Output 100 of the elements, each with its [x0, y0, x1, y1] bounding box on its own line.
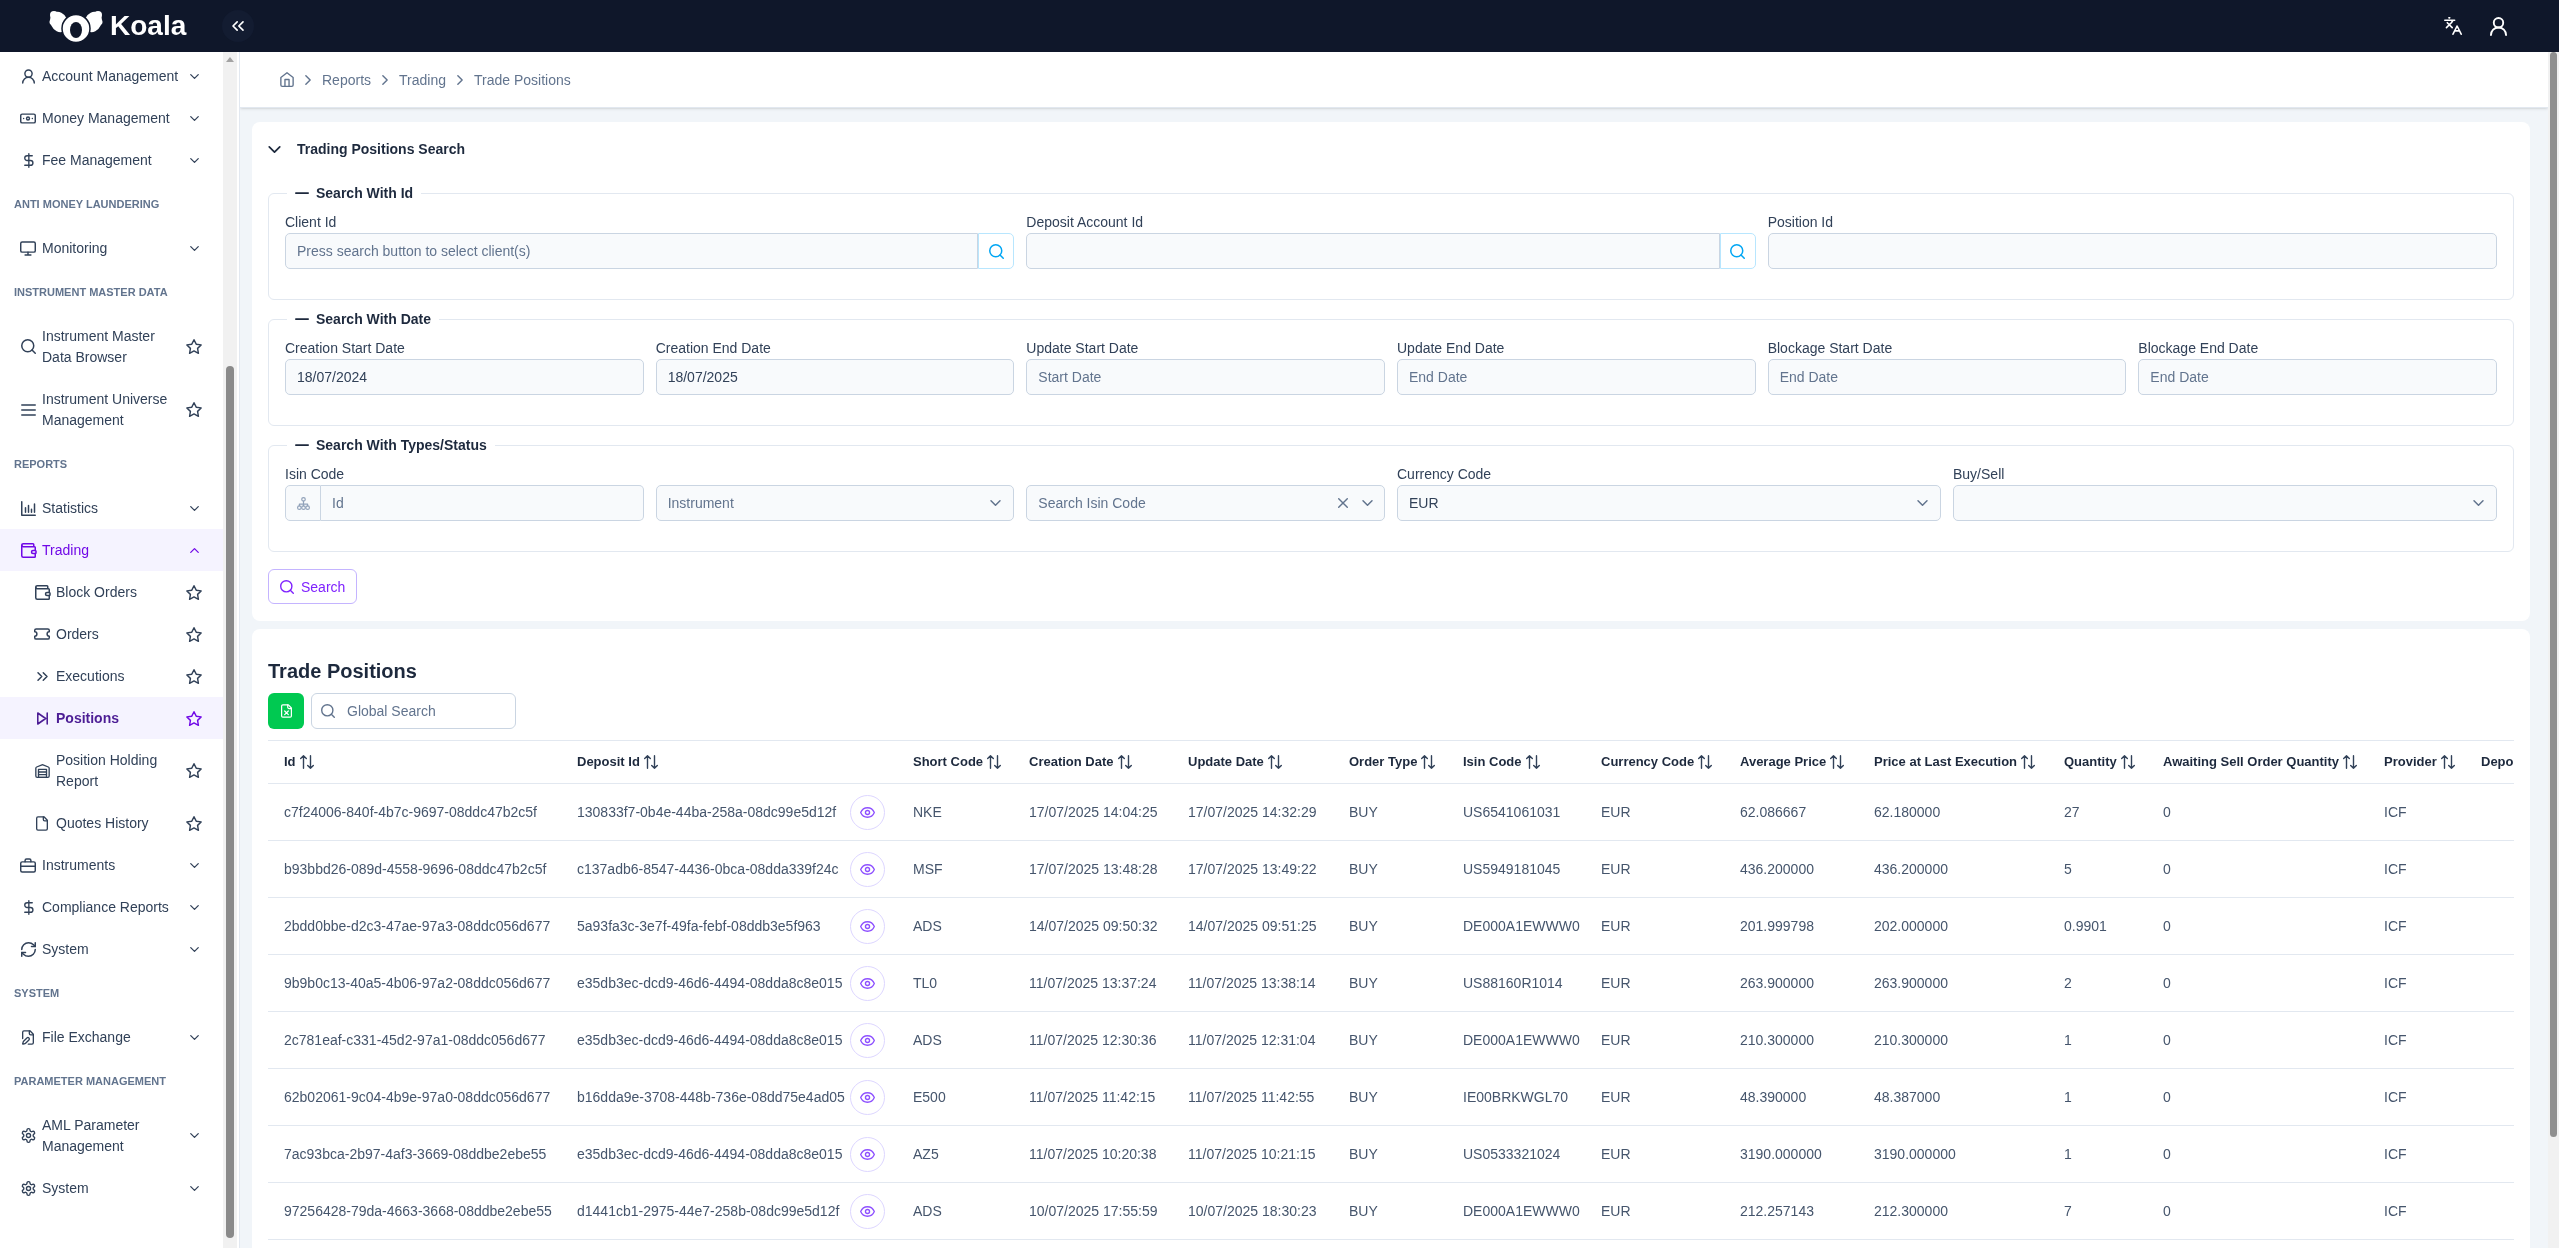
table-cell: EUR [1585, 1011, 1724, 1069]
column-header[interactable]: Provider [2368, 740, 2465, 784]
search-button[interactable]: Search [268, 569, 358, 604]
view-button[interactable] [850, 851, 885, 887]
sidebar-item[interactable]: Positions [0, 697, 223, 739]
chevron-down-icon[interactable] [268, 145, 281, 153]
input-field[interactable]: End Date [2138, 359, 2497, 395]
view-button[interactable] [850, 1136, 885, 1172]
table-cell: 210.300000 [1858, 1011, 2048, 1069]
sidebar-item[interactable]: Block Orders [0, 571, 223, 613]
sidebar-item[interactable]: Instruments [0, 844, 223, 886]
column-header[interactable]: Order Type [1333, 740, 1447, 784]
dropdown[interactable]: Instrument [655, 485, 1015, 521]
view-button[interactable] [850, 794, 885, 830]
star-icon[interactable] [186, 584, 202, 600]
star-icon[interactable] [186, 402, 202, 417]
home-icon[interactable] [280, 72, 294, 87]
star-icon[interactable] [186, 668, 202, 684]
search-icon [321, 704, 335, 718]
column-header[interactable]: Currency Code [1585, 740, 1724, 784]
combobox-field[interactable]: Search Isin Code [1026, 485, 1385, 521]
input-field[interactable]: Start Date [1026, 359, 1385, 395]
file-pen-icon [22, 1029, 34, 1045]
lookup-button[interactable] [1719, 233, 1756, 269]
table-cell: 2 [2048, 954, 2147, 1012]
breadcrumb-link[interactable]: Reports [322, 69, 372, 90]
minus-icon[interactable] [295, 444, 309, 446]
scrollbar-thumb[interactable] [2550, 52, 2557, 1137]
view-button[interactable] [850, 965, 885, 1001]
sidebar-item[interactable]: File Exchange [0, 1016, 223, 1058]
column-header[interactable]: Quantity [2048, 740, 2147, 784]
sidebar-item[interactable]: AML Parameter Management [0, 1104, 223, 1167]
column-header[interactable]: Update Date [1172, 740, 1333, 784]
column-header[interactable]: Isin Code [1447, 740, 1585, 784]
input-field[interactable]: Id [321, 485, 644, 521]
table-cell: ICF [2368, 897, 2465, 955]
sidebar-item[interactable]: Fee Management [0, 139, 223, 181]
user-icon[interactable] [2490, 16, 2507, 36]
star-icon[interactable] [186, 710, 202, 726]
scroll-up-arrow-icon[interactable] [226, 57, 234, 62]
minus-icon[interactable] [295, 192, 309, 194]
column-header[interactable]: Deposit Id [561, 740, 897, 784]
input-field[interactable]: End Date [1767, 359, 2127, 395]
column-header[interactable]: Short Code [897, 740, 1013, 784]
table-cell: 17/07/2025 13:49:22 [1172, 840, 1333, 898]
table-cell: EUR [1585, 1125, 1724, 1183]
clear-icon[interactable] [1338, 498, 1348, 508]
view-button[interactable] [850, 908, 885, 944]
view-button[interactable] [850, 1079, 885, 1115]
export-button[interactable] [268, 693, 304, 729]
sidebar-item[interactable]: Quotes History [0, 802, 223, 844]
input-field[interactable]: 18/07/2024 [285, 359, 644, 395]
sidebar-item[interactable]: Money Management [0, 97, 223, 139]
table-cell: ICF [2368, 1125, 2465, 1183]
table-cell: NKE [897, 783, 1013, 841]
sidebar-item[interactable]: System [0, 1167, 223, 1209]
star-icon[interactable] [186, 626, 202, 642]
table-cell: 2bdd0bbe-d2c3-47ae-97a3-08ddc056d677 [268, 897, 561, 955]
field-label: Buy/Sell [1953, 465, 2006, 483]
view-button[interactable] [850, 1193, 885, 1229]
column-header[interactable]: Average Price [1724, 740, 1858, 784]
view-button[interactable] [850, 1022, 885, 1058]
table-cell: 0.9901 [2048, 897, 2147, 955]
table-cell: 2c781eaf-c331-45d2-97a1-08ddc056d677 [268, 1011, 561, 1069]
scrollbar-thumb[interactable] [226, 366, 234, 1238]
sort-icon [1117, 755, 1132, 769]
input-field[interactable]: 18/07/2025 [655, 359, 1015, 395]
input-field[interactable] [1767, 233, 2497, 269]
sidebar-item[interactable]: Instrument Universe Management [0, 378, 223, 441]
breadcrumb-link[interactable]: Trading [399, 69, 446, 90]
eye-icon [860, 1205, 875, 1217]
collapse-sidebar-button[interactable] [222, 10, 255, 42]
star-icon[interactable] [186, 763, 202, 778]
sidebar-item[interactable]: Compliance Reports [0, 886, 223, 928]
sidebar-item[interactable]: Monitoring [0, 227, 223, 269]
column-header[interactable]: Creation Date [1013, 740, 1172, 784]
sidebar-item[interactable]: Statistics [0, 487, 223, 529]
sidebar-item[interactable]: Trading [0, 529, 223, 571]
sidebar-item[interactable]: Position Holding Report [0, 739, 223, 802]
sidebar-item[interactable]: Account Management [0, 55, 223, 97]
translate-icon[interactable] [2444, 17, 2462, 35]
input-field[interactable] [1026, 233, 1720, 269]
sidebar-item[interactable]: Executions [0, 655, 223, 697]
sidebar-item[interactable]: Instrument Master Data Browser [0, 315, 223, 378]
refresh-icon [20, 941, 36, 957]
column-header[interactable]: Id [268, 740, 561, 784]
global-search-field[interactable]: Global Search [311, 693, 516, 729]
lookup-button[interactable] [978, 233, 1015, 269]
column-header[interactable]: Price at Last Execution [1858, 740, 2048, 784]
column-header[interactable]: Awaiting Sell Order Quantity [2147, 740, 2368, 784]
input-field[interactable]: End Date [1397, 359, 1756, 395]
dropdown[interactable]: EUR [1397, 485, 1941, 521]
table-cell: 11/07/2025 10:20:38 [1013, 1125, 1172, 1183]
sidebar-item[interactable]: Orders [0, 613, 223, 655]
star-icon[interactable] [186, 815, 202, 831]
sidebar-item[interactable]: System [0, 928, 223, 970]
minus-icon[interactable] [295, 318, 309, 320]
star-icon[interactable] [186, 339, 202, 354]
eye-icon [860, 806, 875, 818]
input-field[interactable]: Press search button to select client(s) [285, 233, 979, 269]
